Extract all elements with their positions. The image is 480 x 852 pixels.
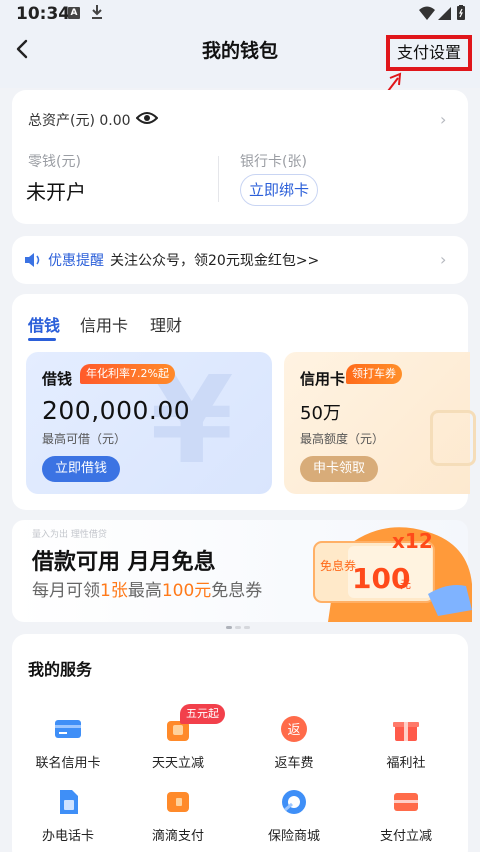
bind-card-button[interactable]: 立即绑卡 [240,174,318,206]
download-icon [92,5,102,19]
wallet-icon[interactable] [164,788,192,816]
service-label[interactable]: 支付立减 [356,825,456,844]
status-time: 10:34 [16,4,71,24]
service-label[interactable]: 联名信用卡 [18,752,118,771]
total-assets-label: 总资产(元) 0.00 [28,113,131,129]
coupon-left-text: 免息券 [320,558,356,573]
service-label[interactable]: 返车费 [244,752,344,771]
service-label[interactable]: 办电话卡 [18,825,118,844]
service-label[interactable]: 滴滴支付 [128,825,228,844]
service-badge: 五元起 [180,704,225,724]
credit-amount: 50万 [300,403,341,424]
carousel-dots [226,614,256,629]
coupon-multiplier: x12 [392,529,433,553]
pay-settings-button[interactable]: 支付设置 [386,35,472,71]
loan-amount: 200,000.00 [42,396,191,425]
tab-wealth[interactable]: 理财 [150,312,182,336]
service-label[interactable]: 福利社 [356,752,456,771]
tab-credit-card[interactable]: 信用卡 [80,312,128,336]
coupon-illustration: 免息券 100 元 x12 [313,527,472,622]
payment-card-icon[interactable] [392,788,420,816]
speaker-icon [25,253,40,267]
gift-box-icon[interactable] [392,715,420,743]
loan-title: 借钱 [42,370,73,388]
borrow-now-button[interactable]: 立即借钱 [42,456,120,482]
change-label: 零钱(元) [28,154,81,170]
banner-title: 借款可用 月月免息 [32,550,216,575]
service-label[interactable]: 天天立减 [128,752,228,771]
notification-a-icon: A [68,7,80,19]
sim-card-icon[interactable] [54,788,82,816]
rate-badge: 年化利率7.2%起 [80,364,175,384]
shield-icon[interactable] [280,788,308,816]
banner-subtitle: 每月可领1张最高100元免息券 [32,581,263,601]
signal-icon [438,7,451,20]
credit-title: 信用卡 [300,370,346,388]
card-decoration-icon [430,410,476,466]
divider [218,156,219,202]
service-label[interactable]: 保险商城 [244,825,344,844]
refund-icon[interactable]: 返 [280,715,308,743]
change-value[interactable]: 未开户 [26,176,86,205]
apply-card-button[interactable]: 申卡领取 [300,456,378,482]
refund-glyph: 返 [287,723,300,738]
loan-sub: 最高可借（元） [42,432,127,446]
credit-card-icon[interactable] [54,715,82,743]
chevron-right-icon[interactable]: › [440,250,446,269]
services-title: 我的服务 [28,660,93,679]
credit-sub: 最高额度（元） [300,432,385,446]
notice-text: 关注公众号，领20元现金红包>> [110,253,320,269]
wifi-icon [419,6,435,20]
bank-card-label: 银行卡(张) [240,154,307,170]
tab-indicator [28,338,56,341]
taxi-coupon-badge: 领打车券 [346,364,402,384]
coupon-unit: 元 [400,578,411,591]
banner-disclaimer: 量入为出 理性借贷 [32,530,107,540]
tab-loan[interactable]: 借钱 [28,312,60,336]
notice-tag: 优惠提醒 [48,253,104,269]
status-icons [419,5,465,20]
eye-icon[interactable] [136,110,158,126]
chevron-right-icon[interactable]: › [440,110,446,129]
